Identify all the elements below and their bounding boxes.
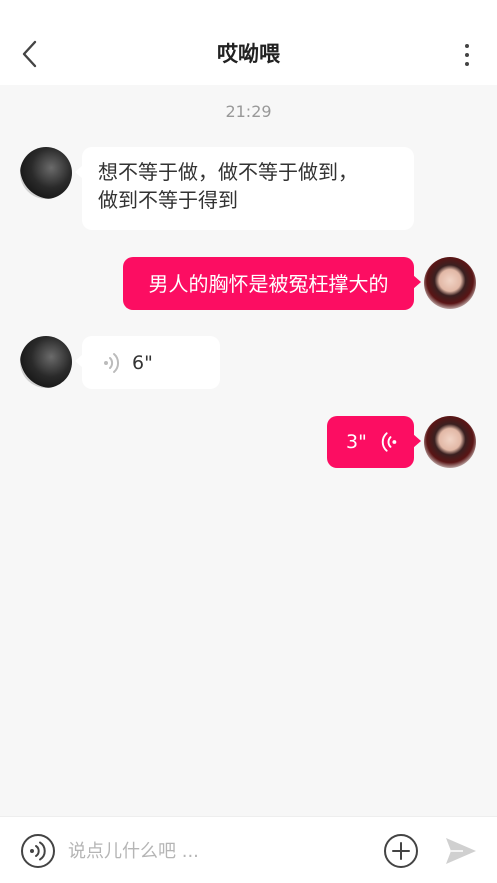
voice-input-button[interactable] xyxy=(20,833,56,869)
message-text: 做到不等于得到 xyxy=(98,188,238,212)
more-options-button[interactable] xyxy=(455,38,479,72)
voice-input-icon xyxy=(21,834,55,868)
voice-duration: 3" xyxy=(346,431,367,453)
send-icon xyxy=(446,838,476,864)
message-text: 想不等于做，做不等于做到， xyxy=(98,160,358,184)
contact-avatar[interactable] xyxy=(20,336,72,388)
add-attachment-button[interactable] xyxy=(383,833,419,869)
more-vertical-icon xyxy=(465,44,469,48)
outgoing-text-bubble[interactable]: 男人的胸怀是被冤枉撑大的 xyxy=(123,257,421,310)
chat-header: 哎呦喂 xyxy=(0,0,497,85)
voice-wave-icon xyxy=(104,352,120,373)
send-button[interactable] xyxy=(443,835,479,867)
message-text: 男人的胸怀是被冤枉撑大的 xyxy=(148,271,389,296)
chat-title: 哎呦喂 xyxy=(217,42,280,66)
contact-avatar[interactable] xyxy=(20,147,72,199)
message-input[interactable] xyxy=(68,835,368,867)
voice-duration: 6" xyxy=(132,351,153,374)
outgoing-voice-bubble[interactable]: 3" xyxy=(327,416,421,468)
incoming-text-bubble[interactable]: 想不等于做，做不等于做到， 做到不等于得到 xyxy=(75,147,414,230)
incoming-voice-bubble[interactable]: 6" xyxy=(75,336,220,389)
voice-wave-icon xyxy=(381,432,397,452)
user-avatar[interactable] xyxy=(424,416,476,468)
message-timestamp: 21:29 xyxy=(225,102,272,121)
message-input-bar xyxy=(0,816,497,883)
user-avatar[interactable] xyxy=(424,257,476,309)
plus-circle-icon xyxy=(384,834,418,868)
